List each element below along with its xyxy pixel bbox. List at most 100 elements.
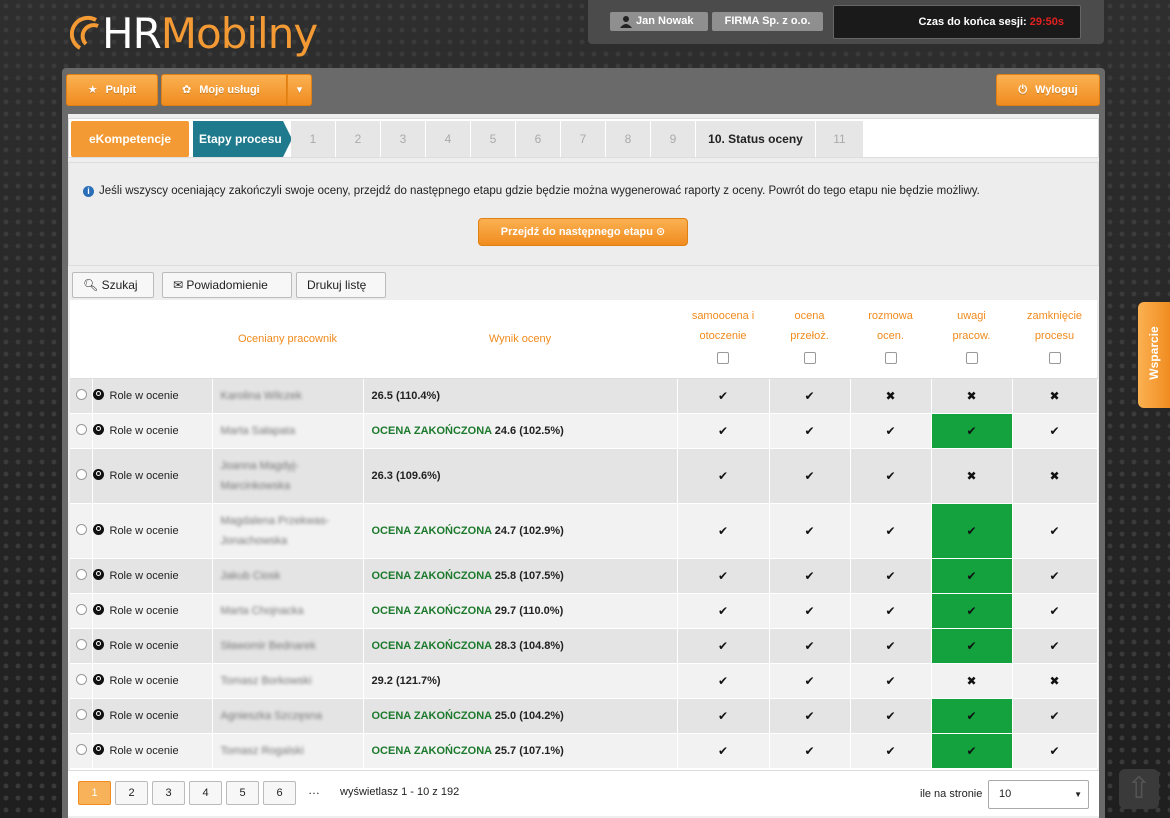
notification-button[interactable]: ✉ Powiadomienie (162, 272, 292, 298)
check-icon: ✔ (1049, 638, 1060, 653)
search-role-icon[interactable] (92, 744, 104, 755)
table-row[interactable]: Role w ocenie Joanna Magdyj-Marcinkowska … (70, 448, 1098, 504)
role-link[interactable]: Role w ocenie (110, 710, 179, 722)
page-1-button[interactable]: 1 (78, 781, 111, 805)
check-icon: ✔ (966, 708, 977, 723)
role-link[interactable]: Role w ocenie (110, 640, 179, 652)
logout-button[interactable]: ⏻ Wyloguj (996, 74, 1100, 106)
role-link[interactable]: Role w ocenie (110, 570, 179, 582)
role-link[interactable]: Role w ocenie (110, 675, 179, 687)
tab-etapy-procesu[interactable]: Etapy procesu (193, 121, 292, 157)
search-role-icon[interactable] (92, 524, 104, 535)
table-row[interactable]: Role w ocenie Marta Sałapata OCENA ZAKOŃCZ… (70, 413, 1098, 449)
header-result: Wynik oceny (363, 300, 677, 379)
row-select-radio[interactable] (76, 708, 87, 720)
cross-icon: ✖ (1049, 673, 1060, 688)
power-icon: ⏻ (1018, 84, 1028, 96)
check-icon: ✔ (885, 468, 896, 483)
table-row[interactable]: Role w ocenie Karolina Wilczek 26.5 (110.… (70, 378, 1098, 414)
select-all-uwagi-checkbox[interactable] (965, 352, 978, 365)
search-role-icon[interactable] (92, 709, 104, 720)
check-icon: ✔ (885, 638, 896, 653)
search-role-icon[interactable] (92, 469, 104, 480)
page-5-button[interactable]: 5 (226, 781, 259, 805)
step-5[interactable]: 5 (471, 121, 516, 157)
search-role-icon[interactable] (92, 569, 104, 580)
step-3[interactable]: 3 (381, 121, 426, 157)
role-link[interactable]: Role w ocenie (110, 390, 179, 402)
row-select-radio[interactable] (76, 388, 87, 400)
cross-icon: ✖ (966, 673, 977, 688)
table-row[interactable]: Role w ocenie Magdalena Przekwas-Jonachow… (70, 503, 1098, 559)
page-4-button[interactable]: 4 (189, 781, 222, 805)
employee-name: Marta Sałapata (220, 424, 296, 437)
table-row[interactable]: Role w ocenie Marta Chojnacka OCENA ZAKOŃC… (70, 593, 1098, 629)
search-role-icon[interactable] (92, 389, 104, 400)
role-link[interactable]: Role w ocenie (110, 605, 179, 617)
select-all-samoocena-checkbox[interactable] (717, 352, 729, 365)
user-panel: Jan Nowak FIRMA Sp. z o.o. Czas do końca… (588, 0, 1104, 44)
moje-uslugi-dropdown-button[interactable]: ▾ (287, 74, 312, 106)
per-page-select[interactable]: 10 (988, 780, 1089, 809)
tab-ekompetencje[interactable]: eKompetencje (71, 121, 189, 157)
page-6-button[interactable]: 6 (263, 781, 296, 805)
row-select-radio[interactable] (76, 673, 87, 685)
check-icon: ✔ (1049, 523, 1060, 538)
check-icon: ✔ (885, 568, 896, 583)
search-role-icon[interactable] (92, 639, 104, 650)
role-link[interactable]: Role w ocenie (110, 425, 179, 437)
select-all-rozmowa-checkbox[interactable] (884, 352, 897, 365)
row-select-radio[interactable] (76, 743, 87, 755)
search-role-icon[interactable] (92, 604, 104, 615)
select-all-ocena-checkbox[interactable] (803, 352, 816, 365)
employee-name: Karolina Wilczek (220, 389, 302, 402)
score-text: 25.8 (107.5%) (494, 569, 564, 582)
role-link[interactable]: Role w ocenie (110, 470, 179, 482)
logout-label: Wyloguj (1035, 84, 1078, 96)
step-4[interactable]: 4 (426, 121, 471, 157)
pulpit-button[interactable]: ★ Pulpit (66, 74, 158, 106)
check-icon: ✔ (717, 423, 729, 438)
table-row[interactable]: Role w ocenie Tomasz Borkowski 29.2 (121.… (70, 663, 1098, 699)
table-row[interactable]: Role w ocenie Sławomir Bednarek OCENA ZAKO… (70, 628, 1098, 664)
table-row[interactable]: Role w ocenie Jakub Ciosk OCENA ZAKOŃCZONA… (70, 558, 1098, 594)
search-role-icon[interactable] (92, 424, 104, 435)
step-9[interactable]: 9 (651, 121, 696, 157)
next-stage-button[interactable]: Przejdź do następnego etapu ⊙ (478, 218, 688, 246)
page-3-button[interactable]: 3 (152, 781, 185, 805)
role-link[interactable]: Role w ocenie (110, 525, 179, 537)
search-button[interactable]: 🔍︎ Szukaj (72, 272, 154, 298)
step-2[interactable]: 2 (336, 121, 381, 157)
check-icon: ✔ (717, 673, 729, 688)
check-icon: ✔ (717, 468, 729, 483)
app-logo[interactable]: HRMobilny (69, 8, 318, 60)
row-select-radio[interactable] (76, 638, 87, 650)
row-select-radio[interactable] (76, 568, 87, 580)
print-list-button[interactable]: Drukuj listę (296, 272, 386, 298)
select-all-zamkniecie-checkbox[interactable] (1048, 352, 1061, 365)
row-select-radio[interactable] (76, 523, 87, 535)
step-8[interactable]: 8 (606, 121, 651, 157)
moje-uslugi-button[interactable]: ✿ Moje usługi (161, 74, 287, 106)
table-row[interactable]: Role w ocenie Agnieszka Szczęsna OCENA ZAK… (70, 698, 1098, 734)
check-icon: ✔ (885, 423, 896, 438)
step-1[interactable]: 1 (291, 121, 336, 157)
header-uwagi: uwagi pracow. (931, 300, 1012, 379)
step-6[interactable]: 6 (516, 121, 561, 157)
table-row[interactable]: Role w ocenie Tomasz Rogalski OCENA ZAKOŃC… (70, 733, 1098, 769)
row-select-radio[interactable] (76, 423, 87, 435)
row-select-radio[interactable] (76, 468, 87, 480)
scroll-top-icon[interactable]: ⇧ (1119, 769, 1159, 809)
user-name-chip[interactable]: Jan Nowak (610, 12, 708, 31)
session-timer: Czas do końca sesji: 29:50s (833, 5, 1081, 39)
step-7[interactable]: 7 (561, 121, 606, 157)
support-tab[interactable]: Wsparcie (1138, 302, 1170, 408)
search-role-icon[interactable] (92, 674, 104, 685)
check-icon: ✔ (966, 568, 977, 583)
row-select-radio[interactable] (76, 603, 87, 615)
role-link[interactable]: Role w ocenie (110, 745, 179, 757)
step-11[interactable]: 11 (816, 121, 864, 157)
step-10-status-oceny[interactable]: 10. Status oceny (696, 121, 816, 157)
company-chip[interactable]: FIRMA Sp. z o.o. (712, 12, 823, 31)
page-2-button[interactable]: 2 (115, 781, 148, 805)
